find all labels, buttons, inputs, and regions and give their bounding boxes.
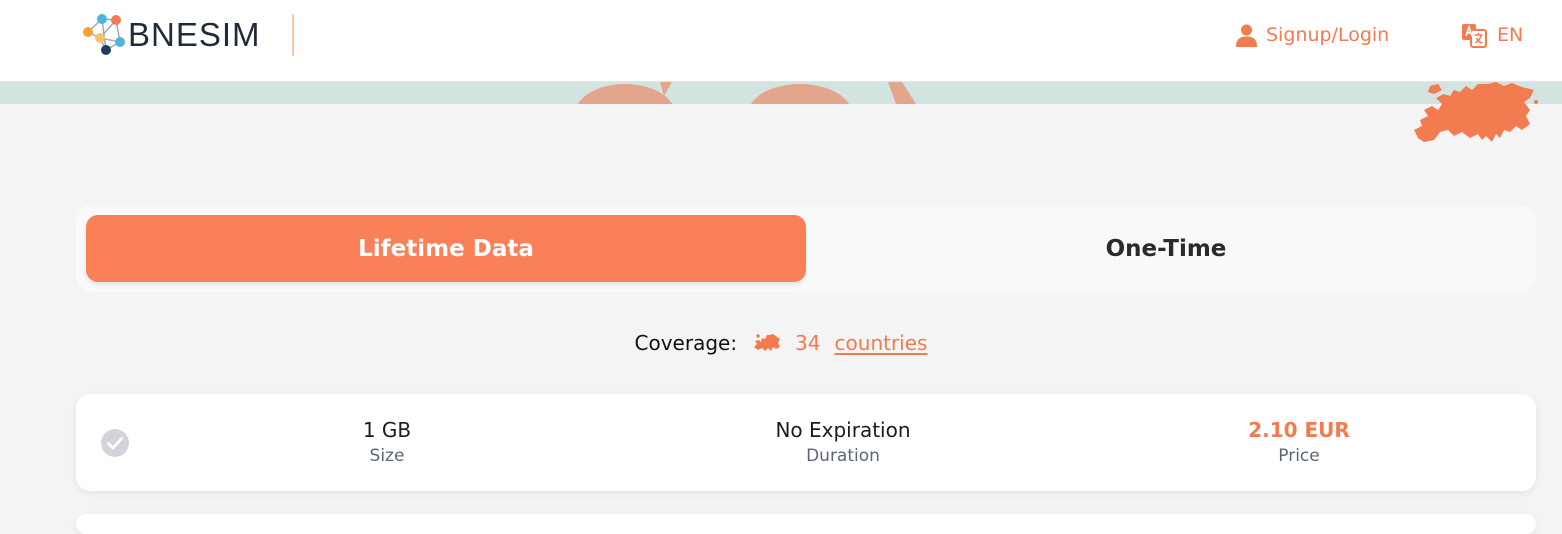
brand-name: BNESIM <box>128 16 261 53</box>
hero-banner <box>0 82 1562 104</box>
tab-one-time[interactable]: One-Time <box>806 215 1526 282</box>
user-icon <box>1236 24 1257 47</box>
translate-icon <box>1462 24 1487 48</box>
signup-login-link[interactable]: Signup/Login <box>1236 21 1389 49</box>
europe-map-icon <box>754 334 781 351</box>
banner-illustration <box>577 82 916 104</box>
countries-link[interactable]: countries <box>835 331 928 355</box>
site-header: BNESIM Signup/Login EN <box>0 0 1562 82</box>
header-divider <box>292 14 294 56</box>
plan-price: 2.10 EUR Price <box>1169 417 1429 469</box>
europe-map-icon <box>1414 82 1538 142</box>
plan-price-label: Price <box>1278 446 1320 466</box>
plan-size-label: Size <box>369 446 405 466</box>
tab-lifetime-data[interactable]: Lifetime Data <box>86 215 806 282</box>
plan-size-value: 1 GB <box>362 418 412 442</box>
network-logo-icon <box>83 14 125 55</box>
language-selector[interactable]: EN <box>1461 21 1523 49</box>
plan-duration-value: No Expiration <box>775 418 911 442</box>
coverage-count: 34 <box>795 331 821 355</box>
language-code: EN <box>1497 24 1524 46</box>
tab-one-time-label: One-Time <box>1105 235 1227 262</box>
data-plan-card[interactable]: 1 GB Size No Expiration Duration 2.10 EU… <box>76 394 1536 491</box>
plan-price-value: 2.10 EUR <box>1248 418 1350 442</box>
data-plan-card-partial[interactable] <box>76 514 1536 534</box>
coverage-label: Coverage: <box>634 331 738 355</box>
plan-duration-label: Duration <box>806 446 880 466</box>
check-circle-icon[interactable] <box>100 428 130 458</box>
plan-duration: No Expiration Duration <box>713 417 973 469</box>
plan-size: 1 GB Size <box>257 417 517 469</box>
signup-login-label: Signup/Login <box>1266 24 1390 46</box>
plan-type-tabs: Lifetime Data One-Time <box>76 205 1536 292</box>
tab-lifetime-data-label: Lifetime Data <box>358 235 534 262</box>
coverage-row: Coverage: 34 countries <box>0 328 1562 358</box>
brand-logo[interactable]: BNESIM <box>80 12 261 58</box>
